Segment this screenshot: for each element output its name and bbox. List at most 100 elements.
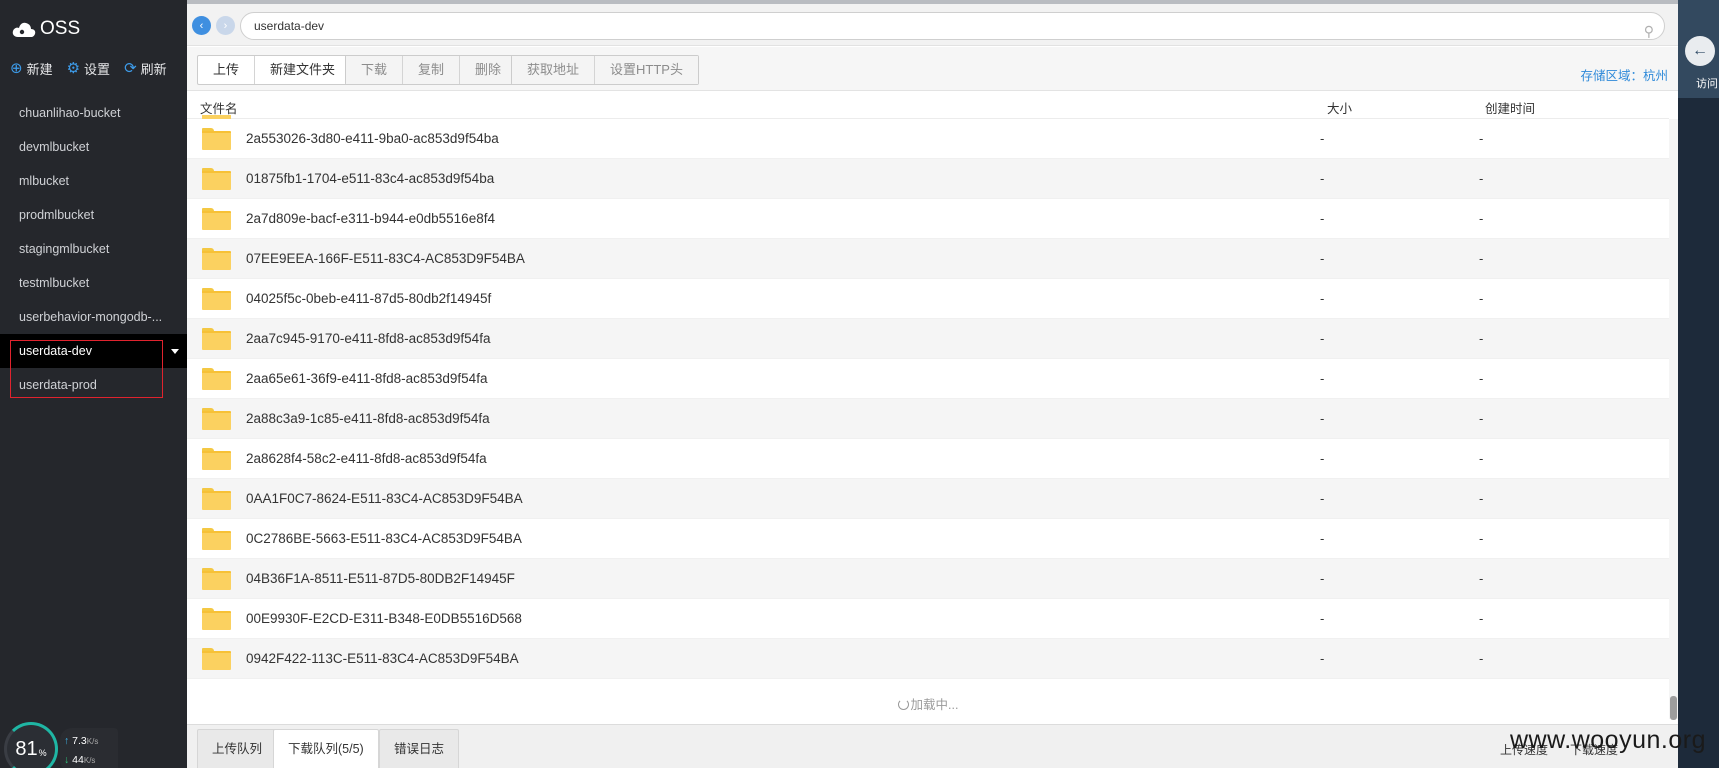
table-row[interactable]: 00E9930F-E2CD-E311-B348-E0DB5516D568 - - [187,599,1669,639]
upload-button[interactable]: 上传 [198,56,256,84]
file-name[interactable]: 07EE9EEA-166F-E511-83C4-AC853D9F54BA [246,251,525,266]
bucket-list: chuanlihao-bucket devmlbucket mlbucket p… [0,96,187,402]
file-name[interactable]: 0942F422-113C-E511-83C4-AC853D9F54BA [246,651,519,666]
toolbar: 上传 新建文件夹 下载 复制 删除 获取地址 设置HTTP头 存储区域：杭州 [187,47,1678,91]
refresh-icon: ⟳ [124,60,137,77]
storage-region-link[interactable]: 存储区域：杭州 [1580,65,1668,84]
table-row[interactable]: 04025f5c-0beb-e411-87d5-80db2f14945f - - [187,279,1669,319]
folder-icon [202,328,231,350]
file-name[interactable]: 01875fb1-1704-e511-83c4-ac853d9f54ba [246,171,494,186]
set-http-header-button[interactable]: 设置HTTP头 [595,56,698,84]
get-url-button[interactable]: 获取地址 [512,56,596,84]
file-name[interactable]: 0C2786BE-5663-E511-83C4-AC853D9F54BA [246,531,522,546]
folder-icon [202,288,231,310]
tab-error-log[interactable]: 错误日志 [379,729,460,768]
file-created: - [1479,531,1484,546]
plus-circle-icon: ⊕ [10,60,23,77]
tab-upload-queue[interactable]: 上传队列 [197,729,278,768]
table-row[interactable]: 0942F422-113C-E511-83C4-AC853D9F54BA - - [187,639,1669,679]
file-created: - [1479,291,1484,306]
table-row[interactable]: 0C2786BE-5663-E511-83C4-AC853D9F54BA - - [187,519,1669,559]
file-created: - [1479,371,1484,386]
refresh-label: 刷新 [140,62,167,77]
bucket-item[interactable]: testmlbucket [0,266,187,300]
new-bucket-button[interactable]: ⊕ 新建 [10,59,53,78]
bucket-item[interactable]: chuanlihao-bucket [0,96,187,130]
table-row[interactable]: 2a8628f4-58c2-e411-8fd8-ac853d9f54fa - - [187,439,1669,479]
table-row[interactable]: 2aa65e61-36f9-e411-8fd8-ac853d9f54fa - - [187,359,1669,399]
adjacent-window-text: 访问 [1696,78,1718,90]
loading-text: 加载中... [910,698,959,712]
bucket-item[interactable]: devmlbucket [0,130,187,164]
folder-icon [202,448,231,470]
folder-icon [202,528,231,550]
file-size: - [1320,491,1325,506]
bucket-item-active[interactable]: userdata-dev [0,334,187,368]
upload-arrow-icon: ↑ [64,735,70,747]
table-row[interactable]: 0AA1F0C7-8624-E511-83C4-AC853D9F54BA - - [187,479,1669,519]
file-name[interactable]: 2a553026-3d80-e411-9ba0-ac853d9f54ba [246,131,499,146]
settings-button[interactable]: ⚙ 设置 [67,59,110,78]
folder-icon [202,368,231,390]
folder-icon [202,608,231,630]
file-name[interactable]: 2a8628f4-58c2-e411-8fd8-ac853d9f54fa [246,451,487,466]
bucket-item[interactable]: stagingmlbucket [0,232,187,266]
download-button[interactable]: 下载 [346,56,404,84]
table-row[interactable]: 01875fb1-1704-e511-83c4-ac853d9f54ba - - [187,159,1669,199]
spinner-icon [897,699,909,710]
back-circle-icon[interactable]: ← [1685,36,1715,66]
file-name[interactable]: 04B36F1A-8511-E511-87D5-80DB2F14945F [246,571,515,586]
file-name[interactable]: 04025f5c-0beb-e411-87d5-80db2f14945f [246,291,491,306]
app-logo: OSS [12,18,80,40]
bucket-item[interactable]: userdata-prod [0,368,187,402]
download-speed-unit: K/s [83,756,96,765]
gauge-value: 81 [15,737,38,760]
bucket-item[interactable]: userbehavior-mongodb-... [0,300,187,334]
memory-gauge: 81% [4,722,58,768]
table-row[interactable]: 2a7d809e-bacf-e311-b944-e0db5516e8f4 - - [187,199,1669,239]
table-row[interactable]: 2aa7c945-9170-e411-8fd8-ac853d9f54fa - - [187,319,1669,359]
upload-button-group: 上传 新建文件夹 [197,55,352,85]
bucket-item[interactable]: mlbucket [0,164,187,198]
file-name[interactable]: 0AA1F0C7-8624-E511-83C4-AC853D9F54BA [246,491,523,506]
forward-arrow-icon[interactable]: › [216,16,235,35]
folder-icon [202,128,231,150]
file-size: - [1320,651,1325,666]
file-list: 2a553026-3d80-e411-9ba0-ac853d9f54ba - -01… [187,119,1669,689]
bucket-item[interactable]: prodmlbucket [0,198,187,232]
file-created: - [1479,451,1484,466]
new-folder-button[interactable]: 新建文件夹 [255,56,350,84]
back-arrow-icon[interactable]: ‹ [192,16,211,35]
copy-button[interactable]: 复制 [403,56,461,84]
file-created: - [1479,571,1484,586]
sidebar: OSS ⊕ 新建 ⚙ 设置 ⟳ 刷新 chuanlihao-bucket dev… [0,0,187,768]
file-name[interactable]: 2a88c3a9-1c85-e411-8fd8-ac853d9f54fa [246,411,490,426]
address-bar[interactable]: userdata-dev ⚲ [240,12,1665,40]
column-header-created[interactable]: 创建时间 [1485,98,1535,117]
folder-icon [202,648,231,670]
file-name[interactable]: 00E9930F-E2CD-E311-B348-E0DB5516D568 [246,611,522,626]
column-header-size[interactable]: 大小 [1327,98,1352,117]
main-panel: ‹ › userdata-dev ⚲ 上传 新建文件夹 下载 复制 删除 获取地… [187,4,1678,768]
tab-download-queue[interactable]: 下载队列(5/5) [273,729,379,768]
file-created: - [1479,651,1484,666]
table-row[interactable]: 2a553026-3d80-e411-9ba0-ac853d9f54ba - - [187,119,1669,159]
file-list-scrollbar[interactable] [1669,119,1678,720]
dropdown-caret-icon[interactable] [171,349,179,354]
address-text: userdata-dev [254,19,325,33]
table-row[interactable]: 2a88c3a9-1c85-e411-8fd8-ac853d9f54fa - - [187,399,1669,439]
table-row[interactable]: 07EE9EEA-166F-E511-83C4-AC853D9F54BA - - [187,239,1669,279]
search-icon[interactable]: ⚲ [1644,18,1654,44]
scrollbar-thumb[interactable] [1670,696,1677,720]
file-name[interactable]: 2aa7c945-9170-e411-8fd8-ac853d9f54fa [246,331,490,346]
file-created: - [1479,611,1484,626]
file-name[interactable]: 2aa65e61-36f9-e411-8fd8-ac853d9f54fa [246,371,487,386]
folder-icon [202,168,231,190]
file-name[interactable]: 2a7d809e-bacf-e311-b944-e0db5516e8f4 [246,211,495,226]
refresh-button[interactable]: ⟳ 刷新 [124,59,167,78]
download-speed: 44 [72,754,84,766]
delete-button[interactable]: 删除 [460,56,517,84]
file-created: - [1479,251,1484,266]
table-row[interactable]: 04B36F1A-8511-E511-87D5-80DB2F14945F - - [187,559,1669,599]
file-size: - [1320,291,1325,306]
